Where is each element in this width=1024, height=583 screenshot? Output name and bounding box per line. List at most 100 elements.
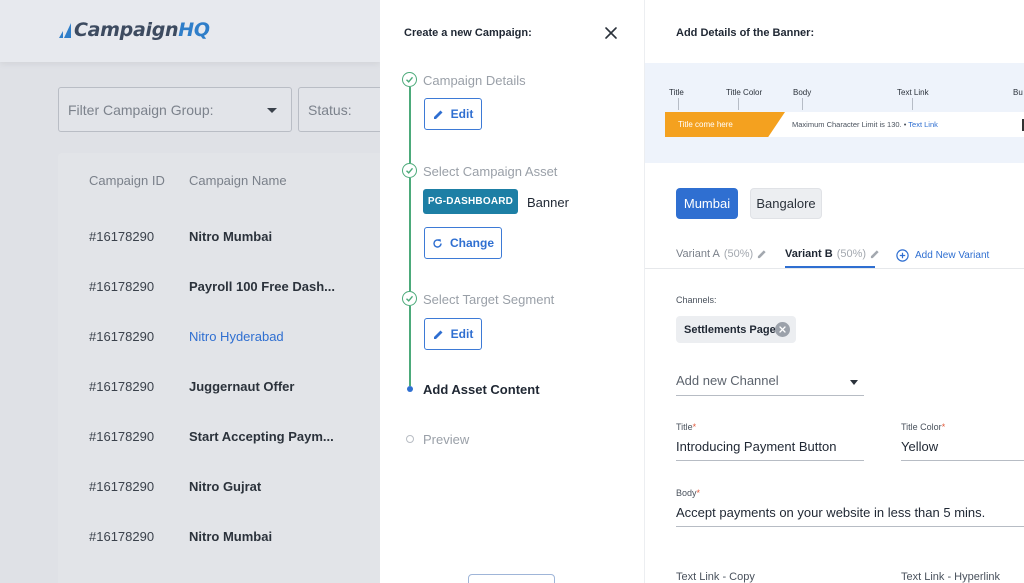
campaign-id: #16178290	[89, 479, 155, 494]
title-color-field-label: Title Color*	[901, 422, 946, 432]
variant-split: (50%)	[723, 248, 754, 260]
banner-mock: Title come here Maximum Character Limit …	[665, 112, 1024, 137]
preview-label-text-link: Text Link	[897, 88, 929, 97]
change-asset-button[interactable]: Change	[424, 227, 502, 259]
city-tab-bangalore[interactable]: Bangalore	[750, 188, 822, 219]
refresh-icon	[433, 238, 442, 248]
preview-pointer	[738, 98, 739, 110]
add-new-variant-label: Add New Variant	[915, 250, 990, 261]
step-connector	[409, 87, 411, 163]
campaign-id: #16178290	[89, 229, 155, 244]
pencil-icon	[433, 330, 443, 339]
channel-chip: Settlements Page	[676, 316, 796, 343]
add-channel-select[interactable]: Add new Channel	[676, 373, 864, 396]
plus-circle-icon	[896, 249, 909, 262]
preview-label-title-color: Title Color	[726, 88, 763, 97]
logo-mark-icon	[59, 23, 71, 38]
variant-tabs-divider	[645, 268, 1024, 269]
step-complete-check-icon	[402, 291, 417, 306]
text-link-copy-label: Text Link - Copy	[676, 571, 755, 583]
table-row[interactable]: #16178290 Juggernaut Offer	[58, 379, 380, 429]
campaign-name: Nitro Mumbai	[189, 229, 273, 244]
table-row[interactable]: #16178290 Nitro Mumbai	[58, 529, 380, 579]
create-campaign-stepper: Create a new Campaign: Campaign Details …	[380, 0, 645, 583]
add-new-variant-button[interactable]: Add New Variant	[896, 249, 989, 262]
pencil-icon[interactable]	[870, 249, 880, 259]
pencil-icon	[433, 110, 443, 119]
table-row[interactable]: #16178290 Nitro Mumbai	[58, 229, 380, 279]
table-row[interactable]: #16178290 Nitro Gujrat	[58, 479, 380, 529]
variant-tab-a[interactable]: Variant A (50%)	[676, 248, 767, 260]
footer-button[interactable]	[468, 574, 555, 583]
chevron-down-icon	[267, 108, 277, 113]
title-input[interactable]: Introducing Payment Button	[676, 439, 864, 461]
table-row[interactable]: #16178290 Nitro Hyderabad	[58, 329, 380, 379]
step-campaign-details: Campaign Details	[423, 73, 526, 88]
campaign-id: #16178290	[89, 429, 155, 444]
title-color-input-value: Yellow	[901, 439, 939, 454]
step-preview: Preview	[423, 432, 470, 447]
details-title: Add Details of the Banner:	[676, 27, 815, 39]
variant-name: Variant A	[676, 248, 720, 260]
text-link-hyperlink-label: Text Link - Hyperlink	[901, 571, 1001, 583]
title-color-input[interactable]: Yellow	[901, 439, 1024, 461]
app-header: Campaign HQ	[0, 0, 380, 62]
campaign-name: Nitro Mumbai	[189, 529, 273, 544]
edit-button-label: Edit	[450, 327, 474, 341]
table-row[interactable]: #16178290 Payroll 100 Free Dash...	[58, 279, 380, 329]
step-complete-check-icon	[402, 163, 417, 178]
banner-preview: Title Title Color Body Text Link Bu Titl…	[645, 63, 1024, 163]
banner-body-text: Maximum Character Limit is 130. • Text L…	[792, 120, 938, 129]
column-header-campaign-name: Campaign Name	[189, 173, 287, 188]
close-icon[interactable]	[604, 26, 618, 40]
edit-campaign-details-button[interactable]: Edit	[424, 98, 482, 130]
edit-target-segment-button[interactable]: Edit	[424, 318, 482, 350]
variant-tab-b[interactable]: Variant B (50%)	[785, 248, 880, 260]
banner-title-text: Title come here	[678, 120, 733, 129]
pencil-icon[interactable]	[757, 249, 767, 259]
preview-pointer	[802, 98, 803, 110]
asset-name: Banner	[527, 195, 569, 210]
campaign-id: #16178290	[89, 279, 155, 294]
campaign-table: Campaign ID Campaign Name #16178290 Nitr…	[58, 153, 380, 583]
body-input[interactable]: Accept payments on your website in less …	[676, 505, 1024, 527]
preview-label-button: Bu	[1013, 88, 1023, 97]
column-header-campaign-id: Campaign ID	[89, 173, 165, 188]
campaign-id: #16178290	[89, 329, 155, 344]
campaign-name: Start Accepting Paym...	[189, 429, 334, 444]
campaign-dashboard: Campaign HQ Filter Campaign Group: Status…	[0, 0, 380, 583]
logo-text: Campaign	[74, 19, 179, 41]
step-connector	[409, 178, 411, 291]
remove-channel-icon[interactable]	[775, 322, 790, 337]
banner-text-link: Text Link	[908, 120, 938, 129]
channel-chip-label: Settlements Page	[684, 323, 776, 336]
filter-status-placeholder: Status:	[308, 101, 352, 118]
asset-tag-badge: PG-DASHBOARD	[423, 189, 518, 214]
title-input-value: Introducing Payment Button	[676, 439, 837, 454]
campaign-name: Juggernaut Offer	[189, 379, 295, 394]
logo-accent-text: HQ	[178, 19, 210, 41]
body-field-label: Body*	[676, 488, 701, 498]
campaign-id: #16178290	[89, 379, 155, 394]
variant-split: (50%)	[836, 248, 867, 260]
step-complete-check-icon	[402, 72, 417, 87]
campaign-name: Nitro Gujrat	[189, 479, 262, 494]
table-row[interactable]: #16178290 Start Accepting Paym...	[58, 429, 380, 479]
step-select-target-segment: Select Target Segment	[423, 292, 555, 307]
edit-button-label: Edit	[450, 107, 474, 121]
preview-label-body: Body	[793, 88, 812, 97]
preview-pointer	[678, 98, 679, 110]
filter-status-select[interactable]: Status:	[298, 87, 380, 132]
variant-name: Variant B	[785, 248, 833, 260]
step-select-campaign-asset: Select Campaign Asset	[423, 164, 558, 179]
filter-campaign-group-placeholder: Filter Campaign Group:	[68, 101, 214, 118]
stepper-title: Create a new Campaign:	[404, 27, 532, 39]
campaign-name-link[interactable]: Nitro Hyderabad	[189, 329, 284, 344]
active-tab-indicator	[785, 266, 875, 268]
city-tab-mumbai[interactable]: Mumbai	[676, 188, 738, 219]
add-channel-placeholder: Add new Channel	[676, 373, 779, 388]
channels-label: Channels:	[676, 295, 717, 305]
filter-campaign-group-select[interactable]: Filter Campaign Group:	[58, 87, 292, 132]
campaign-id: #16178290	[89, 529, 155, 544]
chevron-down-icon	[850, 380, 858, 385]
